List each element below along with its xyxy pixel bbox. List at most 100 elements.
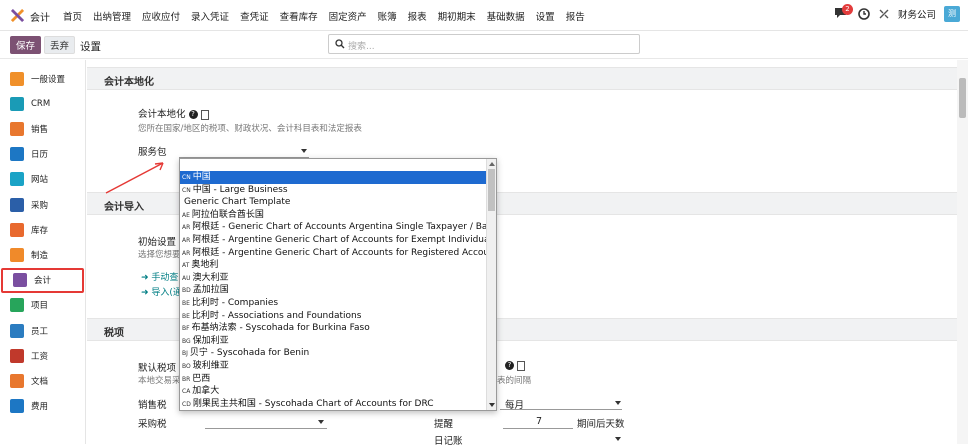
user-avatar[interactable]: 测 — [944, 6, 960, 22]
help-icon[interactable]: ? — [505, 361, 514, 370]
option-label: 贝宁 - Syscohada for Benin — [189, 348, 310, 359]
sidebar-item[interactable]: 文档 — [0, 368, 86, 393]
chat-icon[interactable]: 2 — [834, 4, 853, 21]
sidebar-item-label: 一般设置 — [31, 74, 66, 85]
menu-item[interactable]: 报告 — [566, 9, 585, 23]
dropdown-option[interactable]: CA 加拿大 — [180, 385, 486, 398]
menu-item[interactable]: 应收应付 — [142, 9, 180, 23]
help-icon[interactable]: ? — [188, 110, 198, 119]
sidebar-item-label: 员工 — [31, 326, 49, 337]
dropdown-option[interactable]: AR 阿根廷 - Argentine Generic Chart of Accou… — [180, 234, 486, 247]
sales-tax-label: 销售税 — [138, 400, 167, 411]
dropdown-option[interactable]: BO 玻利维亚 — [180, 360, 486, 373]
country-code: AU — [182, 274, 191, 282]
dropdown-option[interactable]: BG 保加利亚 — [180, 335, 486, 348]
sidebar-item[interactable]: 工资 — [0, 343, 86, 368]
dropdown-search-field[interactable] — [180, 159, 486, 171]
dropdown-option[interactable]: AT 奥地利 — [180, 259, 486, 272]
sidebar-item[interactable]: CRM — [0, 91, 86, 116]
top-navbar: 会计 首页 出纳管理 应收应付 录入凭证 查凭证 查看库存 固定资产 账簿 报表 期初期末 基础数据… — [0, 0, 968, 31]
accounting-logo-icon[interactable] — [11, 9, 24, 22]
sidebar-item[interactable]: 网站 — [0, 167, 86, 192]
sidebar-item-label: 会计 — [34, 276, 52, 287]
sidebar-item[interactable]: 项目 — [0, 293, 86, 318]
discard-button[interactable]: 丢弃 — [44, 36, 75, 54]
chevron-down-icon[interactable] — [301, 149, 307, 153]
dropdown-option[interactable]: CN 中国 - Large Business — [180, 184, 486, 197]
dropdown-option[interactable]: BE 比利时 - Companies — [180, 297, 486, 310]
search-input[interactable]: 搜索... — [328, 34, 640, 54]
dropdown-option[interactable]: AU 澳大利亚 — [180, 272, 486, 285]
remind-days-input[interactable]: 7 — [536, 416, 542, 427]
sidebar-item[interactable]: 一般设置 — [0, 66, 86, 91]
sidebar-item[interactable]: 销售 — [0, 116, 86, 141]
sidebar-item-label: 制造 — [31, 250, 49, 261]
sidebar-item[interactable]: 库存 — [0, 217, 86, 242]
dropdown-option[interactable]: AR 阿根廷 - Generic Chart of Accounts Argent… — [180, 221, 486, 234]
menu-item[interactable]: 期初期末 — [438, 9, 476, 23]
menu-item[interactable]: 报表 — [408, 9, 427, 23]
country-code: BD — [182, 287, 191, 295]
dropdown-option[interactable]: CD 刚果民主共和国 - Syscohada Chart of Accounts … — [180, 398, 486, 410]
sidebar-item[interactable]: 会计 — [1, 267, 84, 293]
option-label: 阿根廷 - Argentine Generic Chart of Account… — [192, 247, 486, 258]
activity-clock-icon[interactable] — [858, 8, 870, 20]
scroll-down-icon[interactable] — [489, 403, 495, 407]
sidebar-item[interactable]: 制造 — [0, 242, 86, 267]
scroll-up-icon[interactable] — [489, 162, 495, 166]
company-switcher[interactable]: 财务公司 — [898, 7, 936, 21]
menu-item[interactable]: 查凭证 — [240, 9, 269, 23]
sidebar-item-label: 日历 — [31, 150, 49, 161]
documents-icon — [10, 373, 24, 388]
save-button[interactable]: 保存 — [10, 36, 41, 54]
manual-setup-link[interactable]: ➜ 手动查 — [141, 270, 178, 283]
chevron-down-icon[interactable] — [615, 437, 621, 441]
country-code: AR — [182, 224, 191, 232]
dropdown-option[interactable]: BF 布基纳法索 - Syscohada for Burkina Faso — [180, 322, 486, 335]
option-label: Generic Chart Template — [184, 197, 291, 208]
sidebar-item-label: 文档 — [31, 376, 49, 387]
app-name[interactable]: 会计 — [30, 9, 50, 24]
chevron-down-icon[interactable] — [318, 420, 324, 424]
option-label: 保加利亚 — [192, 335, 229, 346]
page-scrollbar-thumb[interactable] — [959, 78, 966, 118]
dropdown-scrollbar-thumb[interactable] — [488, 169, 495, 211]
setting-title-initial: 初始设置 — [138, 237, 177, 248]
dropdown-option[interactable]: AE 阿拉伯联合酋长国 — [180, 209, 486, 222]
search-placeholder: 搜索... — [348, 42, 375, 52]
sidebar-item[interactable]: 采购 — [0, 192, 86, 217]
purchase-tax-select[interactable] — [205, 428, 327, 429]
option-label: 澳大利亚 — [192, 272, 229, 283]
dropdown-list: CN 中国 CN 中国 - Large Business Generic Chart T… — [180, 171, 486, 410]
section-header-localization: 会计本地化 — [87, 67, 957, 90]
sidebar-item[interactable]: 费用 — [0, 394, 86, 419]
dropdown-option[interactable]: CN 中国 — [180, 171, 486, 184]
remind-label: 提醒 — [434, 419, 454, 430]
menu-item[interactable]: 基础数据 — [487, 9, 525, 23]
dropdown-option[interactable]: BR 巴西 — [180, 373, 486, 386]
chevron-down-icon[interactable] — [615, 401, 621, 405]
debug-tools-icon[interactable] — [878, 8, 890, 20]
country-code: BR — [182, 375, 191, 383]
menu-item[interactable]: 出纳管理 — [93, 9, 131, 23]
dropdown-option[interactable]: Generic Chart Template — [180, 196, 486, 209]
sidebar-item-label: 项目 — [31, 301, 49, 312]
dropdown-option[interactable]: BD 孟加拉国 — [180, 284, 486, 297]
search-icon — [335, 39, 345, 49]
dropdown-option[interactable]: BE 比利时 - Associations and Foundations — [180, 310, 486, 323]
option-label: 巴西 — [192, 373, 211, 384]
dropdown-option[interactable]: AR 阿根廷 - Argentine Generic Chart of Accou… — [180, 247, 486, 260]
menu-item[interactable]: 首页 — [63, 9, 82, 23]
remind-days-underline — [503, 428, 573, 429]
menu-item[interactable]: 录入凭证 — [191, 9, 229, 23]
sidebar-item[interactable]: 日历 — [0, 142, 86, 167]
package-dropdown[interactable]: CN 中国 CN 中国 - Large Business Generic Chart T… — [179, 158, 497, 411]
menu-item[interactable]: 账簿 — [378, 9, 397, 23]
menu-item[interactable]: 设置 — [536, 9, 555, 23]
menu-item[interactable]: 固定资产 — [329, 9, 367, 23]
sidebar-item[interactable]: 员工 — [0, 318, 86, 343]
menu-item[interactable]: 查看库存 — [280, 9, 318, 23]
period-select[interactable] — [500, 409, 622, 410]
import-link[interactable]: ➜ 导入(通 — [141, 285, 182, 298]
dropdown-option[interactable]: BJ 贝宁 - Syscohada for Benin — [180, 347, 486, 360]
